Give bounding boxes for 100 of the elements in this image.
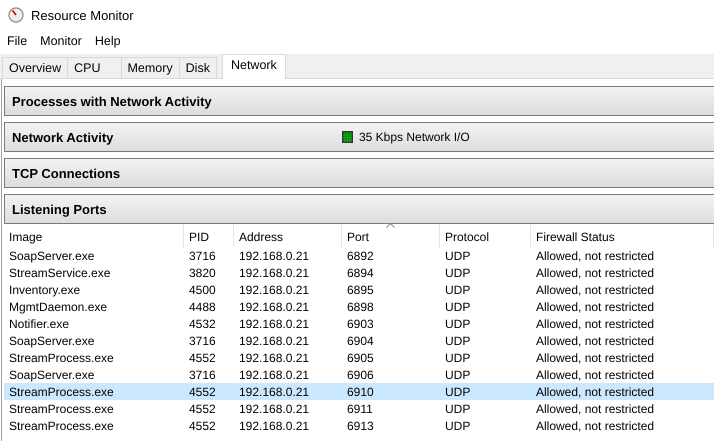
network-io-summary: 35 Kbps Network I/O (359, 130, 470, 144)
table-cell-text: 192.168.0.21 (238, 384, 310, 398)
table-cell-text: 192.168.0.21 (238, 248, 310, 262)
table-cell-text: UDP (444, 402, 472, 416)
table-cell-text: Allowed, not restricted (535, 334, 656, 348)
table-cell-text: 6904 (346, 334, 375, 348)
table-cell-text: 192.168.0.21 (238, 418, 310, 432)
table-cell-text: MgmtDaemon.exe (8, 300, 108, 314)
table-row[interactable]: SoapServer.exe 3716 192.168.0.21 6904 UDP Allowed, not restricted (4, 332, 714, 349)
table-cell-text: Allowed, not restricted (535, 266, 656, 280)
table-cell-text: UDP (444, 248, 472, 262)
table-cell-text: 4552 (188, 402, 217, 416)
section-header[interactable]: Processes with Network Activity (4, 86, 714, 116)
table-cell-text: 3716 (188, 334, 217, 348)
table-cell-text: UDP (444, 350, 472, 364)
table-cell-text: 3820 (188, 266, 217, 280)
table-cell-text: 192.168.0.21 (238, 402, 310, 416)
table-row[interactable]: StreamProcess.exe 4552 192.168.0.21 6911 UDP Allowed, not restricted (4, 400, 714, 417)
table-cell-text: UDP (444, 316, 472, 330)
section-header[interactable]: Listening Ports (4, 194, 714, 224)
menu-item[interactable]: Help (90, 34, 126, 48)
column-header[interactable]: Firewall Status (531, 225, 714, 247)
table-cell-text: Allowed, not restricted (535, 368, 656, 382)
table-cell-text: StreamProcess.exe (8, 350, 115, 364)
table-cell-text: 6894 (346, 266, 375, 280)
table-cell-text: StreamProcess.exe (8, 384, 115, 398)
column-header[interactable]: PID (184, 225, 234, 247)
table-row[interactable]: MgmtDaemon.exe 4488 192.168.0.21 6898 UDP Allowed, not restricted (4, 298, 714, 315)
table-cell-text: UDP (444, 282, 472, 296)
section-header[interactable]: Network Activity 35 Kbps Network I/O (4, 122, 714, 152)
table-cell-text: StreamProcess.exe (8, 402, 115, 416)
section-title: Network Activity (12, 130, 114, 144)
table-cell-text: 192.168.0.21 (238, 368, 310, 382)
table-cell-text: Allowed, not restricted (535, 402, 656, 416)
table-cell-text: 3716 (188, 248, 217, 262)
table-row[interactable]: Notifier.exe 4532 192.168.0.21 6903 UDP Allowed, not restricted (4, 315, 714, 332)
tab[interactable]: Network (222, 54, 286, 79)
table-cell-text: StreamService.exe (8, 266, 112, 280)
table-cell-text: UDP (444, 418, 472, 432)
section-title: Listening Ports (12, 202, 108, 216)
table-cell-text: UDP (444, 300, 472, 314)
table-cell-text: 192.168.0.21 (238, 266, 310, 280)
table-cell-text: Allowed, not restricted (535, 350, 656, 364)
window-title: Resource Monitor (31, 8, 134, 22)
table-cell-text: 4532 (188, 316, 217, 330)
table-cell-text: Allowed, not restricted (535, 300, 656, 314)
column-header[interactable]: Port (342, 225, 440, 247)
table-cell-text: Allowed, not restricted (535, 384, 656, 398)
table-cell-text: Allowed, not restricted (535, 282, 656, 296)
table-cell-text: 6898 (346, 300, 375, 314)
table-cell-text: SoapServer.exe (8, 248, 96, 262)
table-cell-text: SoapServer.exe (8, 368, 96, 382)
table-row[interactable]: SoapServer.exe 3716 192.168.0.21 6892 UDP Allowed, not restricted (4, 247, 714, 264)
menu-item[interactable]: Monitor (35, 34, 87, 48)
table-cell-text: 6913 (346, 418, 375, 432)
table-row[interactable]: StreamProcess.exe 4552 192.168.0.21 6913 UDP Allowed, not restricted (4, 417, 714, 434)
tab[interactable]: Memory (120, 57, 180, 78)
table-cell-text: 3716 (188, 368, 217, 382)
table-cell-text: 6906 (346, 368, 375, 382)
table-cell-text: 4552 (188, 418, 217, 432)
table-cell-text: 192.168.0.21 (238, 282, 310, 296)
table-cell-text: Allowed, not restricted (535, 316, 656, 330)
table-cell-text: 4488 (188, 300, 217, 314)
section-title: Processes with Network Activity (12, 94, 213, 108)
table-cell-text: Allowed, not restricted (535, 418, 656, 432)
column-header[interactable]: Image (4, 225, 184, 247)
section-title: TCP Connections (12, 166, 122, 180)
column-header[interactable]: Protocol (440, 225, 531, 247)
table-cell-text: 192.168.0.21 (238, 316, 310, 330)
table-cell-text: 4552 (188, 384, 217, 398)
table-cell-text: 6903 (346, 316, 375, 330)
table-cell-text: 6905 (346, 350, 375, 364)
table-cell-text: Allowed, not restricted (535, 248, 656, 262)
table-cell-text: 192.168.0.21 (238, 334, 310, 348)
activity-indicator-icon (342, 131, 353, 143)
table-row[interactable]: StreamService.exe 3820 192.168.0.21 6894 UDP Allowed, not restricted (4, 264, 714, 281)
table-cell-text: 6911 (346, 402, 374, 416)
table-row[interactable]: StreamProcess.exe 4552 192.168.0.21 6910 UDP Allowed, not restricted (4, 383, 714, 400)
section-header[interactable]: TCP Connections (4, 158, 714, 188)
table-row[interactable]: Inventory.exe 4500 192.168.0.21 6895 UDP Allowed, not restricted (4, 281, 714, 298)
table-cell-text: 6910 (346, 384, 375, 398)
table-cell-text: 6892 (346, 248, 375, 262)
table-row[interactable]: StreamProcess.exe 4552 192.168.0.21 6905 UDP Allowed, not restricted (4, 349, 714, 366)
column-header[interactable]: Address (234, 225, 342, 247)
tab[interactable]: Overview (2, 57, 68, 78)
table-cell-text: 6895 (346, 282, 375, 296)
table-cell-text: SoapServer.exe (8, 334, 96, 348)
table-cell-text: 4500 (188, 282, 217, 296)
tab[interactable]: Disk (178, 57, 217, 78)
table-cell-text: 192.168.0.21 (238, 350, 310, 364)
gauge-icon (8, 7, 24, 23)
table-cell-text: Notifier.exe (8, 316, 70, 330)
menu-item[interactable]: File (2, 34, 32, 48)
table-cell-text: UDP (444, 266, 472, 280)
table-cell-text: StreamProcess.exe (8, 418, 115, 432)
table-cell-text: 4552 (188, 350, 217, 364)
table-cell-text: 192.168.0.21 (238, 300, 310, 314)
table-cell-text: UDP (444, 334, 472, 348)
table-row[interactable]: SoapServer.exe 3716 192.168.0.21 6906 UDP Allowed, not restricted (4, 366, 714, 383)
table-cell-text: Inventory.exe (8, 282, 82, 296)
